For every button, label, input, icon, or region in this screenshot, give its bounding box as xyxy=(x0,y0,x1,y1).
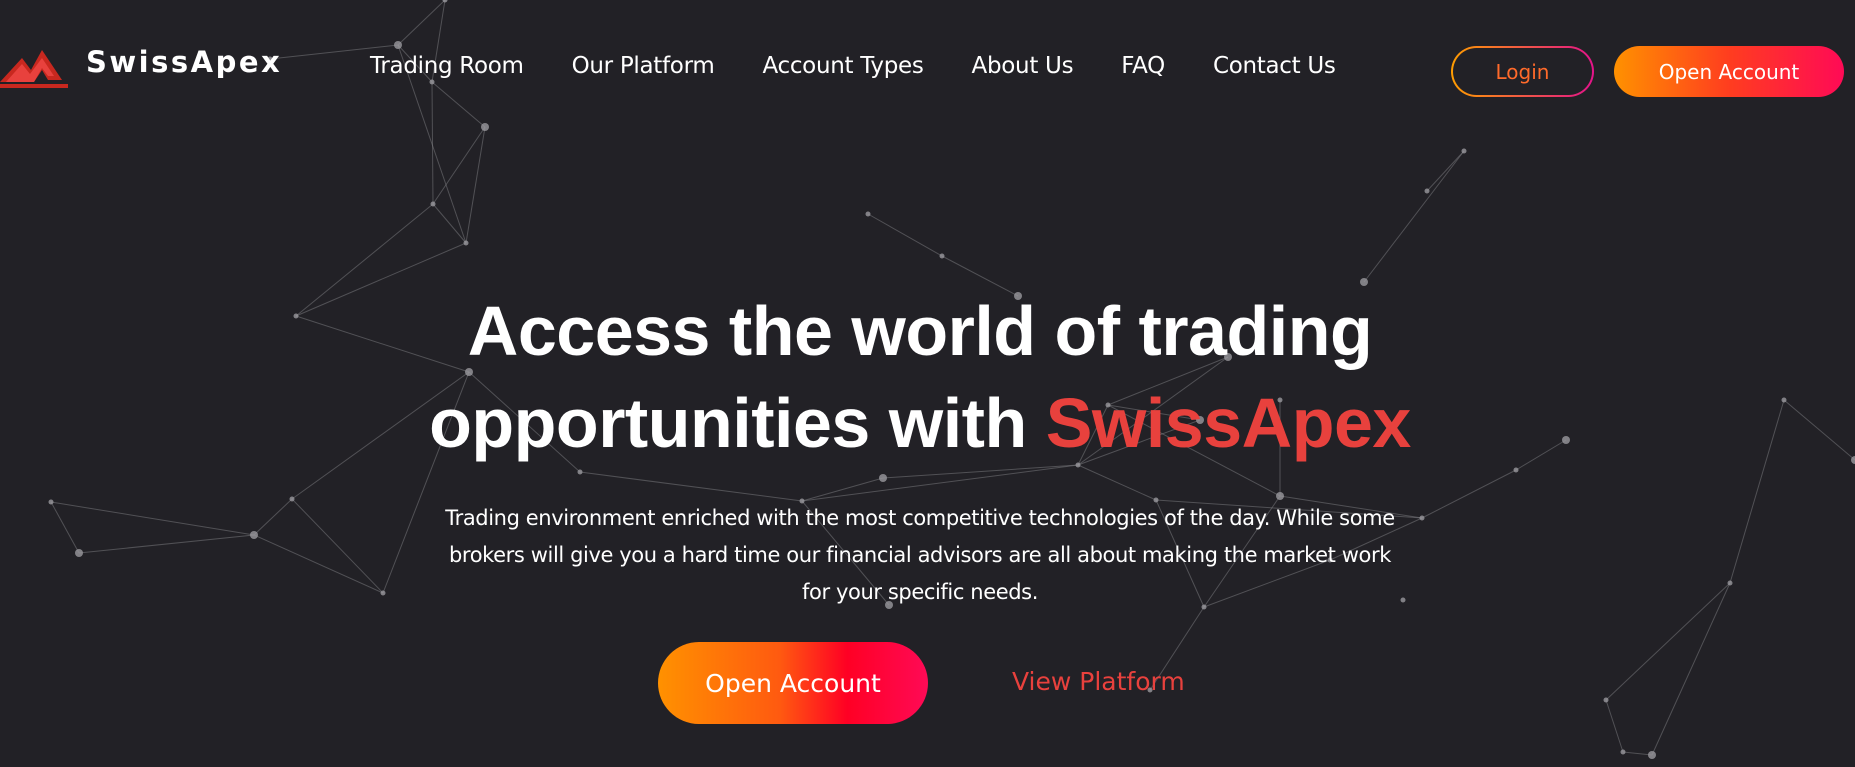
network-line xyxy=(50,501,255,536)
nav-contact-us[interactable]: Contact Us xyxy=(1213,53,1336,79)
network-node xyxy=(289,496,295,502)
main-nav: Trading Room Our Platform Account Types … xyxy=(370,53,1384,79)
network-node xyxy=(1419,515,1425,521)
network-node xyxy=(1648,751,1656,759)
brand-name: SwissApex xyxy=(86,45,283,79)
network-node xyxy=(1513,467,1519,473)
hero-title: Access the world of trading opportunitie… xyxy=(330,285,1510,469)
network-line xyxy=(1605,699,1624,753)
network-node xyxy=(1851,456,1855,464)
network-node xyxy=(1727,580,1733,586)
network-line xyxy=(432,126,486,205)
network-node xyxy=(48,499,54,505)
network-node xyxy=(1562,436,1570,444)
network-node xyxy=(380,590,386,596)
network-node xyxy=(1781,397,1787,403)
login-button-label: Login xyxy=(1453,48,1592,95)
network-line xyxy=(1651,582,1731,756)
network-line xyxy=(1363,150,1465,283)
network-line xyxy=(1605,582,1731,701)
network-node xyxy=(442,0,448,3)
network-line xyxy=(1515,439,1567,471)
network-line xyxy=(431,81,434,205)
nav-trading-room[interactable]: Trading Room xyxy=(370,53,524,79)
network-node xyxy=(293,313,299,319)
view-platform-link[interactable]: View Platform xyxy=(1012,667,1185,696)
network-line xyxy=(397,0,446,46)
network-line xyxy=(253,498,293,536)
network-line xyxy=(465,126,486,244)
network-line xyxy=(579,471,803,502)
network-node xyxy=(481,123,489,131)
network-line xyxy=(801,477,884,502)
network-line xyxy=(1421,469,1517,519)
nav-about-us[interactable]: About Us xyxy=(972,53,1074,79)
network-node xyxy=(75,549,83,557)
network-line xyxy=(1622,751,1653,756)
open-account-header-button[interactable]: Open Account xyxy=(1614,46,1844,97)
network-line xyxy=(78,534,255,554)
open-account-hero-button[interactable]: Open Account xyxy=(658,642,928,724)
nav-our-platform[interactable]: Our Platform xyxy=(572,53,715,79)
network-line xyxy=(801,464,1079,502)
hero-title-accent: SwissApex xyxy=(1045,384,1412,462)
network-line xyxy=(291,498,384,594)
network-line xyxy=(253,534,384,594)
mountain-logo-icon xyxy=(0,50,68,88)
hero-title-line1: Access the world of trading xyxy=(467,292,1373,370)
hero-title-line2: opportunities with xyxy=(429,384,1046,462)
network-node xyxy=(577,469,583,475)
network-line xyxy=(867,213,943,257)
network-line xyxy=(50,501,80,554)
network-node xyxy=(430,201,436,207)
network-node xyxy=(1400,597,1406,603)
hero-subtitle: Trading environment enriched with the mo… xyxy=(445,506,1395,604)
nav-account-types[interactable]: Account Types xyxy=(762,53,923,79)
network-node xyxy=(1424,188,1430,194)
login-button[interactable]: Login xyxy=(1451,46,1594,97)
network-line xyxy=(431,81,486,128)
network-line xyxy=(1729,399,1785,584)
network-node xyxy=(1461,148,1467,154)
network-node xyxy=(250,531,258,539)
brand-logo[interactable]: SwissApex xyxy=(0,40,282,94)
network-node xyxy=(429,79,435,85)
network-node xyxy=(463,240,469,246)
network-line xyxy=(1783,399,1855,461)
network-node xyxy=(865,211,871,217)
network-node xyxy=(1620,749,1626,755)
network-node xyxy=(394,41,402,49)
network-line xyxy=(1077,464,1157,501)
network-node xyxy=(879,474,887,482)
nav-faq[interactable]: FAQ xyxy=(1121,53,1165,79)
network-node xyxy=(1603,697,1609,703)
network-node xyxy=(939,253,945,259)
network-node xyxy=(1276,492,1284,500)
network-line xyxy=(432,203,467,244)
network-line xyxy=(1426,150,1465,192)
